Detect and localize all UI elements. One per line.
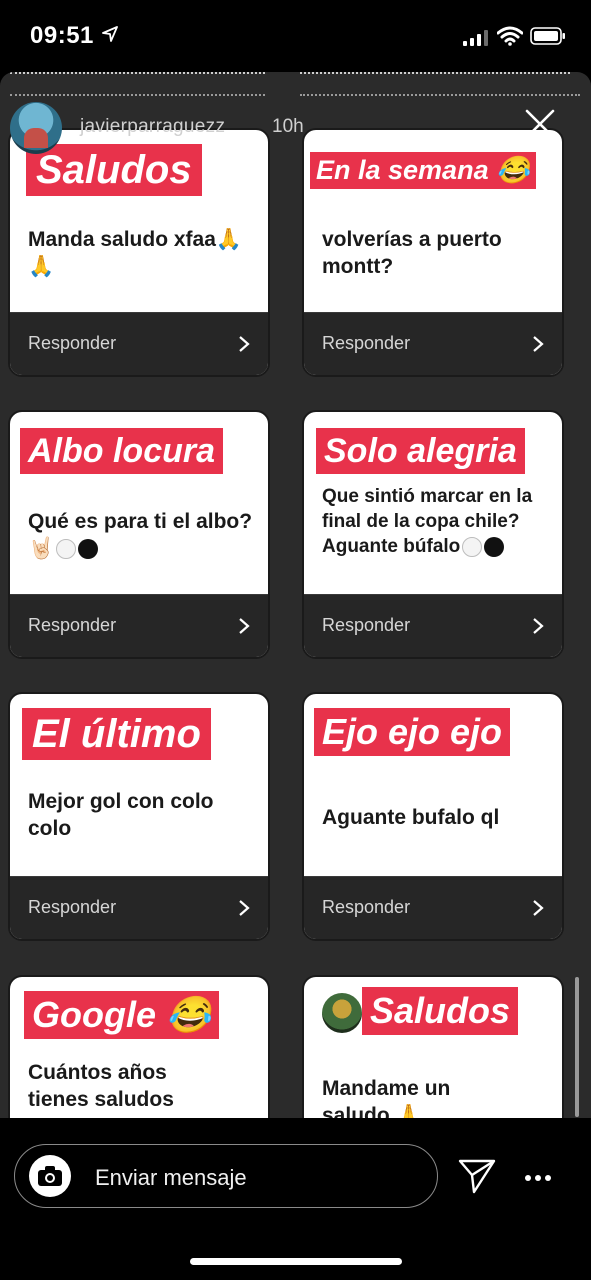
black-circle-icon — [78, 539, 99, 560]
username[interactable]: javierparraguezz — [80, 116, 225, 138]
home-indicator — [190, 1258, 402, 1265]
cellular-signal-icon — [463, 30, 488, 46]
question-card[interactable]: Saludos Mandame un saludo 🙏 — [302, 975, 564, 1118]
chevron-right-icon — [533, 618, 544, 634]
message-placeholder: Enviar mensaje — [95, 1165, 247, 1190]
card-banner: Solo alegria — [316, 428, 525, 474]
chevron-right-icon — [533, 336, 544, 352]
story-header: javierparraguezz 10h — [10, 102, 581, 154]
chevron-right-icon — [239, 336, 250, 352]
chevron-right-icon — [239, 618, 250, 634]
ellipsis-icon[interactable] — [524, 1174, 552, 1182]
card-question: Mandame un saludo 🙏 — [322, 1077, 451, 1118]
scrollbar[interactable] — [575, 977, 579, 1117]
progress-segment — [10, 94, 265, 98]
card-footer[interactable]: Responder — [10, 312, 268, 375]
card-footer[interactable]: Responder — [304, 312, 562, 375]
respond-label[interactable]: Responder — [322, 333, 410, 354]
black-circle-icon — [484, 536, 505, 557]
card-footer[interactable]: Responder — [304, 594, 562, 657]
camera-icon — [38, 1166, 62, 1186]
timestamp: 10h — [272, 116, 304, 137]
clock: 09:51 — [30, 22, 94, 49]
card-footer[interactable]: Responder — [10, 594, 268, 657]
card-banner: El último — [22, 708, 211, 760]
card-question: Cuántos años tienes saludos — [28, 1061, 174, 1111]
card-banner: Google 😂 — [24, 991, 219, 1039]
respond-label[interactable]: Responder — [28, 615, 116, 636]
chevron-right-icon — [239, 900, 250, 916]
story-progress — [10, 72, 581, 96]
avatar[interactable] — [10, 102, 62, 154]
question-card[interactable]: Albo locura Qué es para ti el albo?🤘🏻 Re… — [8, 410, 270, 659]
card-question: Qué es para ti el albo?🤘🏻 — [28, 508, 258, 562]
card-question: Manda saludo xfaa🙏🙏 — [28, 228, 243, 278]
white-circle-icon — [56, 539, 77, 560]
progress-segment — [10, 72, 265, 76]
card-question: Mejor gol con colo colo — [28, 790, 214, 840]
card-question: volverías a puerto montt? — [322, 228, 502, 278]
paper-plane-icon[interactable] — [458, 1158, 496, 1194]
battery-icon — [530, 27, 565, 45]
white-circle-icon — [462, 536, 483, 557]
card-banner: En la semana 😂 — [310, 152, 536, 189]
card-footer[interactable]: Responder — [304, 876, 562, 939]
message-composer: Enviar mensaje — [0, 1118, 591, 1280]
avatar — [322, 993, 362, 1033]
location-arrow-icon — [102, 26, 118, 42]
progress-segment — [300, 72, 570, 76]
respond-label[interactable]: Responder — [322, 897, 410, 918]
message-input[interactable]: Enviar mensaje — [14, 1144, 438, 1208]
wifi-icon — [497, 26, 523, 46]
card-banner: Ejo ejo ejo — [314, 708, 511, 756]
question-card[interactable]: Saludos Manda saludo xfaa🙏🙏 Responder — [8, 128, 270, 377]
question-card[interactable]: Ejo ejo ejo Aguante bufalo ql Responder — [302, 692, 564, 941]
card-question: Que sintió marcar en la final de la copa… — [322, 484, 552, 559]
status-bar: 09:51 — [0, 0, 591, 72]
chevron-right-icon — [533, 900, 544, 916]
question-card[interactable]: Google 😂 Cuántos años tienes saludos — [8, 975, 270, 1118]
card-banner: Saludos — [362, 987, 519, 1035]
respond-label[interactable]: Responder — [28, 333, 116, 354]
respond-label[interactable]: Responder — [322, 615, 410, 636]
card-banner: Albo locura — [20, 428, 224, 474]
story-viewer[interactable]: Saludos Manda saludo xfaa🙏🙏 Responder En… — [0, 72, 591, 1118]
question-card[interactable]: En la semana 😂 volverías a puerto montt?… — [302, 128, 564, 377]
respond-label[interactable]: Responder — [28, 897, 116, 918]
question-card[interactable]: Solo alegria Que sintió marcar en la fin… — [302, 410, 564, 659]
progress-segment — [300, 94, 580, 98]
card-question: Aguante bufalo ql — [322, 806, 500, 829]
question-card[interactable]: El último Mejor gol con colo colo Respon… — [8, 692, 270, 941]
card-footer[interactable]: Responder — [10, 876, 268, 939]
